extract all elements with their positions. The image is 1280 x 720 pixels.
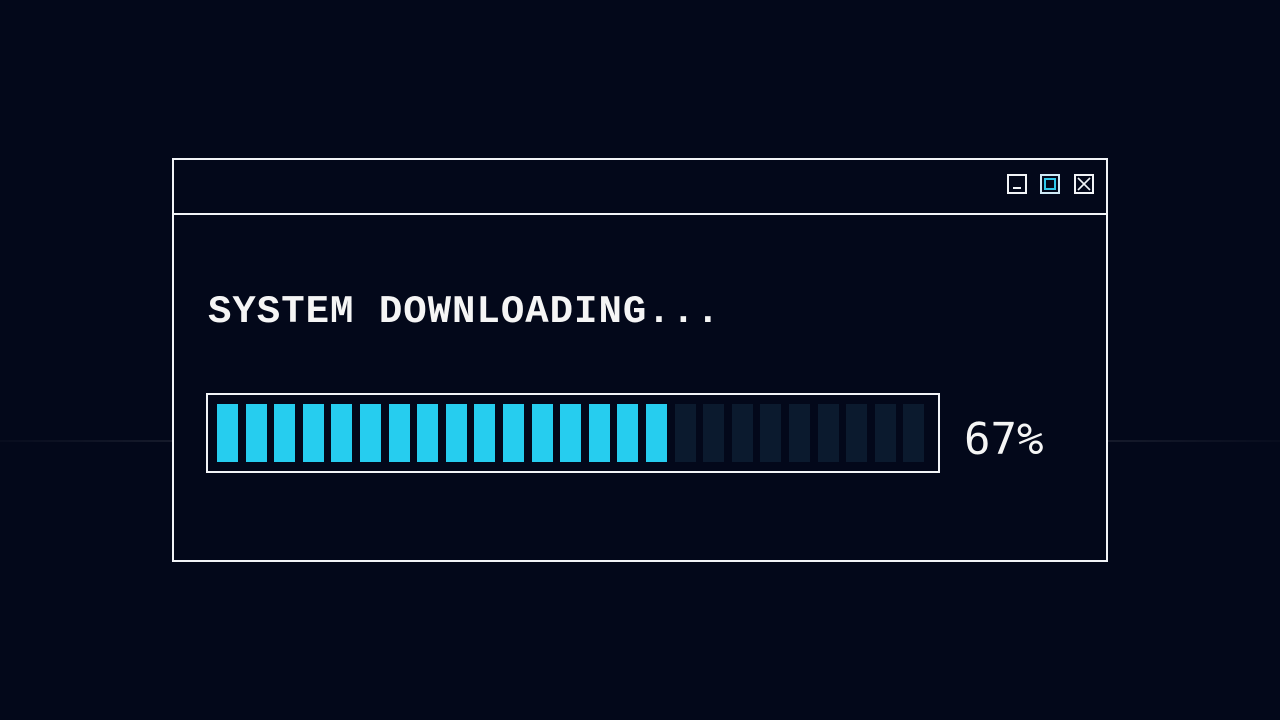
progress-segment-filled — [646, 404, 667, 462]
title-bar[interactable] — [174, 160, 1106, 215]
progress-segment-filled — [417, 404, 439, 462]
progress-segment-filled — [588, 404, 610, 462]
progress-segment-empty — [703, 404, 725, 462]
progress-segment-empty — [903, 404, 925, 462]
progress-segment-filled — [560, 404, 582, 462]
progress-segment-empty — [874, 404, 896, 462]
progress-segment-filled — [617, 404, 639, 462]
progress-segment-filled — [274, 404, 296, 462]
close-icon[interactable] — [1074, 174, 1094, 194]
progress-segment-filled — [503, 404, 524, 462]
progress-segment-empty — [789, 404, 810, 462]
progress-segment-filled — [531, 404, 553, 462]
progress-percent: 67% — [964, 414, 1044, 465]
progress-segment-filled — [302, 404, 324, 462]
progress-segment-empty — [760, 404, 782, 462]
progress-segment-empty — [731, 404, 753, 462]
progress-segment-filled — [217, 404, 238, 462]
progress-segment-empty — [846, 404, 868, 462]
download-dialog: SYSTEM DOWNLOADING... 67% — [172, 158, 1108, 562]
progress-segment-filled — [360, 404, 381, 462]
progress-segment-filled — [445, 404, 467, 462]
progress-segment-filled — [474, 404, 496, 462]
progress-bar — [206, 393, 940, 473]
progress-segment-empty — [674, 404, 696, 462]
progress-segment-filled — [245, 404, 267, 462]
progress-segment-filled — [331, 404, 353, 462]
minimize-icon[interactable] — [1007, 174, 1027, 194]
progress-segments — [217, 404, 929, 462]
progress-segment-empty — [817, 404, 839, 462]
maximize-icon[interactable] — [1040, 174, 1060, 194]
download-heading: SYSTEM DOWNLOADING... — [208, 290, 721, 334]
progress-segment-filled — [388, 404, 410, 462]
